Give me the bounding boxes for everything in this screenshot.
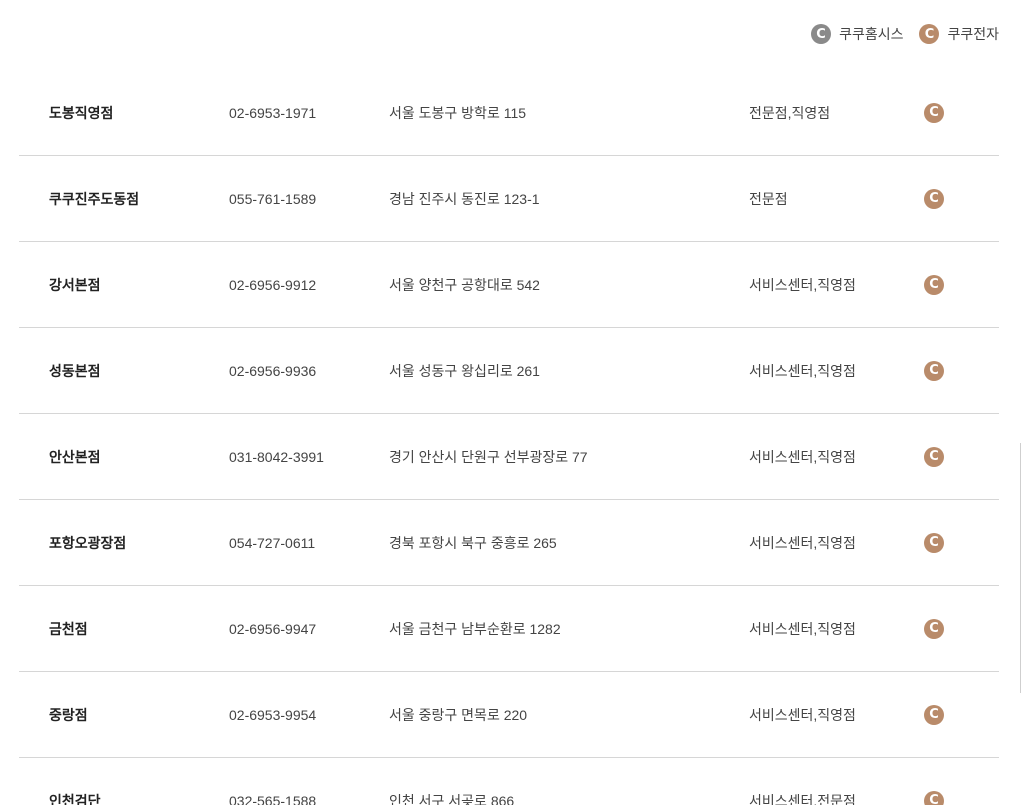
table-row[interactable]: 포항오광장점 054-727-0611 경북 포항시 북구 중흥로 265 서비… [19, 500, 999, 586]
store-name[interactable]: 도봉직영점 [49, 103, 113, 123]
cuckoo-electronics-icon: C [924, 360, 944, 381]
brand-cell: C [924, 532, 944, 553]
store-address: 경기 안산시 단원구 선부광장로 77 [389, 448, 588, 465]
store-phone: 02-6956-9912 [229, 276, 317, 293]
brand-cell: C [924, 188, 944, 209]
cuckoo-electronics-icon: C [924, 446, 944, 467]
store-name[interactable]: 금천점 [49, 619, 88, 639]
cuckoo-homesys-icon: C [811, 24, 832, 44]
store-type: 서비스센터,직영점 [749, 276, 856, 293]
store-type: 서비스센터,직영점 [749, 448, 856, 465]
store-type: 서비스센터,직영점 [749, 534, 856, 551]
brand-cell: C [924, 790, 944, 805]
store-list-page: C 쿠쿠홈시스 C 쿠쿠전자 도봉직영점 02-6953-1971 서울 도봉구… [0, 0, 1021, 805]
store-name[interactable]: 안산본점 [49, 447, 101, 467]
store-phone: 031-8042-3991 [229, 448, 324, 465]
table-row[interactable]: 금천점 02-6956-9947 서울 금천구 남부순환로 1282 서비스센터… [19, 586, 999, 672]
brand-cell: C [924, 704, 944, 725]
table-row[interactable]: 인천검단 032-565-1588 인천 서구 서곶로 866 서비스센터,전문… [19, 758, 999, 805]
legend-label-homesys: 쿠쿠홈시스 [839, 26, 904, 42]
store-address: 경남 진주시 동진로 123-1 [389, 190, 540, 207]
store-address: 서울 금천구 남부순환로 1282 [389, 620, 561, 637]
store-name[interactable]: 중랑점 [49, 705, 88, 725]
store-table: 도봉직영점 02-6953-1971 서울 도봉구 방학로 115 전문점,직영… [19, 70, 999, 805]
store-address: 서울 양천구 공항대로 542 [389, 276, 540, 293]
store-address: 경북 포항시 북구 중흥로 265 [389, 534, 557, 551]
cuckoo-electronics-icon: C [924, 704, 944, 725]
brand-cell: C [924, 274, 944, 295]
brand-cell: C [924, 360, 944, 381]
cuckoo-electronics-icon: C [924, 618, 944, 639]
brand-legend: C 쿠쿠홈시스 C 쿠쿠전자 [811, 24, 999, 44]
store-phone: 055-761-1589 [229, 190, 317, 207]
table-row[interactable]: 중랑점 02-6953-9954 서울 중랑구 면목로 220 서비스센터,직영… [19, 672, 999, 758]
brand-cell: C [924, 618, 944, 639]
store-name[interactable]: 쿠쿠진주도동점 [49, 189, 139, 209]
store-name[interactable]: 포항오광장점 [49, 533, 126, 553]
store-type: 전문점 [749, 190, 788, 207]
brand-cell: C [924, 446, 944, 467]
store-type: 서비스센터,직영점 [749, 706, 856, 723]
cuckoo-electronics-icon: C [924, 102, 944, 123]
store-phone: 02-6956-9947 [229, 620, 317, 637]
store-type: 서비스센터,직영점 [749, 620, 856, 637]
table-row[interactable]: 도봉직영점 02-6953-1971 서울 도봉구 방학로 115 전문점,직영… [19, 70, 999, 156]
cuckoo-electronics-icon: C [924, 532, 944, 553]
store-address: 서울 성동구 왕십리로 261 [389, 362, 540, 379]
brand-cell: C [924, 102, 944, 123]
cuckoo-electronics-icon: C [919, 24, 940, 44]
legend-item-electronics: C 쿠쿠전자 [919, 24, 999, 44]
legend-item-homesys: C 쿠쿠홈시스 [811, 24, 903, 44]
table-row[interactable]: 쿠쿠진주도동점 055-761-1589 경남 진주시 동진로 123-1 전문… [19, 156, 999, 242]
store-address: 서울 중랑구 면목로 220 [389, 706, 528, 723]
table-row[interactable]: 강서본점 02-6956-9912 서울 양천구 공항대로 542 서비스센터,… [19, 242, 999, 328]
legend-label-electronics: 쿠쿠전자 [947, 26, 999, 42]
table-row[interactable]: 성동본점 02-6956-9936 서울 성동구 왕십리로 261 서비스센터,… [19, 328, 999, 414]
store-address: 서울 도봉구 방학로 115 [389, 104, 527, 121]
store-name[interactable]: 성동본점 [49, 361, 101, 381]
store-type: 전문점,직영점 [749, 104, 831, 121]
cuckoo-electronics-icon: C [924, 274, 944, 295]
store-phone: 02-6953-1971 [229, 104, 317, 121]
store-phone: 02-6953-9954 [229, 706, 317, 723]
store-address: 인천 서구 서곶로 866 [389, 792, 515, 805]
store-phone: 02-6956-9936 [229, 362, 317, 379]
store-type: 서비스센터,전문점 [749, 792, 856, 805]
store-phone: 054-727-0611 [229, 534, 316, 551]
cuckoo-electronics-icon: C [924, 790, 944, 805]
store-name[interactable]: 강서본점 [49, 275, 101, 295]
store-name[interactable]: 인천검단 [49, 791, 101, 805]
table-row[interactable]: 안산본점 031-8042-3991 경기 안산시 단원구 선부광장로 77 서… [19, 414, 999, 500]
store-type: 서비스센터,직영점 [749, 362, 856, 379]
store-phone: 032-565-1588 [229, 792, 317, 805]
cuckoo-electronics-icon: C [924, 188, 944, 209]
